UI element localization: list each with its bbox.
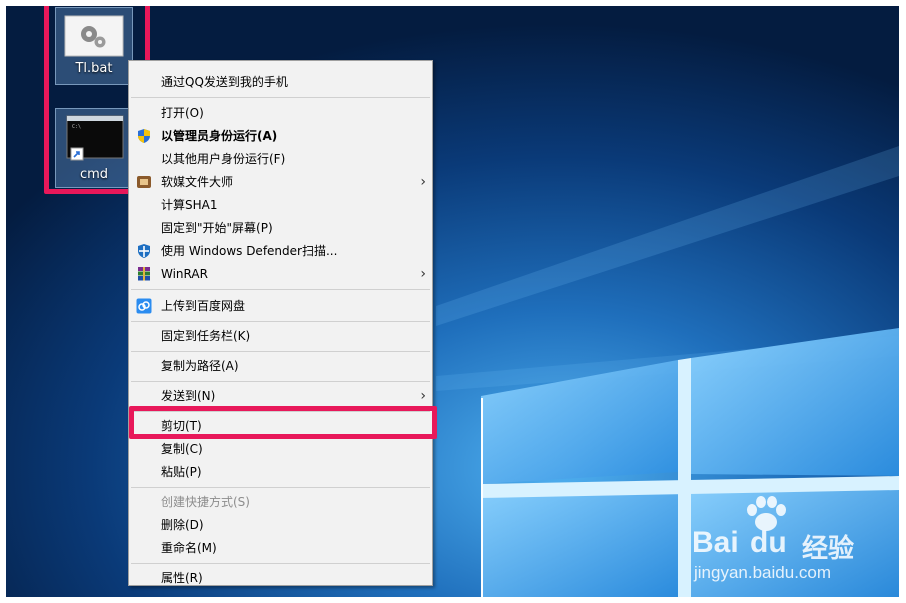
submenu-chevron-icon: ›: [420, 174, 426, 190]
menu-separator: [131, 97, 430, 98]
menu-item-winrar[interactable]: WinRAR ›: [129, 263, 432, 285]
menu-item-delete[interactable]: 删除(D): [129, 514, 432, 536]
highlight-box-cut-item: [129, 406, 437, 439]
menu-separator: [131, 563, 430, 564]
menu-item-label: 使用 Windows Defender扫描...: [161, 244, 338, 258]
menu-item-label: 重命名(M): [161, 541, 217, 555]
menu-item-compute-sha1[interactable]: 计算SHA1: [129, 194, 432, 216]
menu-item-label: 复制为路径(A): [161, 359, 239, 373]
menu-item-upload-baidu-netdisk[interactable]: 上传到百度网盘: [129, 295, 432, 317]
menu-item-send-to-phone-qq[interactable]: 通过QQ发送到我的手机: [129, 71, 432, 93]
windows-defender-icon: [138, 244, 150, 258]
menu-item-send-to[interactable]: 发送到(N) ›: [129, 385, 432, 407]
uac-shield-icon: [138, 129, 150, 143]
menu-item-pin-to-start[interactable]: 固定到"开始"屏幕(P): [129, 217, 432, 239]
ruanmei-icon: [137, 176, 151, 188]
menu-item-label: WinRAR: [161, 267, 208, 281]
context-menu: 通过QQ发送到我的手机 打开(O) 以管理员身份运行(A) 以其他用户身份运行(…: [128, 60, 433, 586]
watermark-brand-latin: Bai: [692, 526, 739, 559]
menu-item-label: 粘贴(P): [161, 465, 202, 479]
baidu-netdisk-icon: [136, 298, 152, 314]
winrar-icon: [138, 267, 150, 281]
menu-item-create-shortcut: 创建快捷方式(S): [129, 491, 432, 513]
watermark-brand-du: du: [750, 526, 787, 559]
menu-separator: [131, 351, 430, 352]
menu-item-label: 删除(D): [161, 518, 204, 532]
watermark-url: jingyan.baidu.com: [694, 563, 832, 582]
menu-item-label: 复制(C): [161, 442, 203, 456]
menu-item-copy-as-path[interactable]: 复制为路径(A): [129, 355, 432, 377]
menu-item-paste[interactable]: 粘贴(P): [129, 461, 432, 483]
baidu-jingyan-watermark: Bai du 经验 jingyan.baidu.com: [692, 496, 892, 582]
menu-separator: [131, 381, 430, 382]
menu-separator: [131, 487, 430, 488]
submenu-chevron-icon: ›: [420, 388, 426, 404]
menu-item-rename[interactable]: 重命名(M): [129, 537, 432, 559]
menu-item-label: 以其他用户身份运行(F): [161, 152, 286, 166]
menu-item-label: 软媒文件大师: [161, 175, 234, 189]
menu-item-label: 属性(R): [161, 571, 203, 585]
menu-item-label: 计算SHA1: [161, 198, 218, 212]
menu-item-properties[interactable]: 属性(R): [129, 567, 432, 589]
menu-item-open[interactable]: 打开(O): [129, 102, 432, 124]
menu-item-ruanmei-file-master[interactable]: 软媒文件大师 ›: [129, 171, 432, 193]
menu-item-pin-to-taskbar[interactable]: 固定到任务栏(K): [129, 325, 432, 347]
menu-item-label: 以管理员身份运行(A): [161, 129, 278, 143]
menu-item-copy[interactable]: 复制(C): [129, 438, 432, 460]
menu-item-label: 打开(O): [161, 106, 204, 120]
menu-item-label: 通过QQ发送到我的手机: [161, 75, 288, 89]
menu-item-label: 固定到任务栏(K): [161, 329, 251, 343]
menu-separator: [131, 289, 430, 290]
menu-item-label: 创建快捷方式(S): [161, 495, 250, 509]
menu-item-run-as-other-user[interactable]: 以其他用户身份运行(F): [129, 148, 432, 170]
menu-item-label: 发送到(N): [161, 389, 216, 403]
watermark-brand-cn: 经验: [802, 534, 855, 564]
menu-item-label: 固定到"开始"屏幕(P): [161, 221, 273, 235]
menu-separator: [131, 321, 430, 322]
menu-item-label: 上传到百度网盘: [161, 299, 246, 313]
menu-item-run-as-admin[interactable]: 以管理员身份运行(A): [129, 125, 432, 147]
submenu-chevron-icon: ›: [420, 266, 426, 282]
menu-item-defender-scan[interactable]: 使用 Windows Defender扫描...: [129, 240, 432, 262]
